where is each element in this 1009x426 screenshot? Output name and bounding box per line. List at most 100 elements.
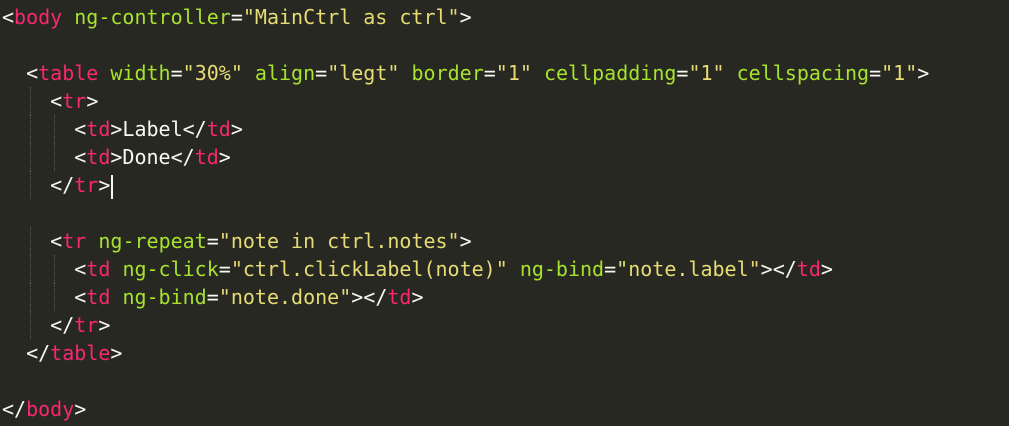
code-token-text: < bbox=[2, 5, 15, 29]
code-token-tag: body bbox=[26, 397, 75, 421]
code-line[interactable]: <tr ng-repeat="note in ctrl.notes"> bbox=[0, 227, 1009, 255]
code-token-text: > bbox=[86, 89, 99, 113]
code-token-text: >Label</ bbox=[110, 117, 207, 141]
indent-guide bbox=[30, 115, 32, 143]
code-token-text: >Done</ bbox=[110, 145, 195, 169]
code-token-tag: td bbox=[86, 117, 111, 141]
code-token-str: "note.done" bbox=[218, 285, 352, 309]
code-token-text: = bbox=[483, 61, 496, 85]
indent-guide bbox=[30, 171, 32, 199]
code-token-attr: border bbox=[411, 61, 484, 85]
code-token-str: "MainCtrl as ctrl" bbox=[242, 5, 460, 29]
code-token-text: > bbox=[411, 285, 424, 309]
code-token-text: </ bbox=[2, 341, 51, 365]
code-token-text: = bbox=[206, 285, 219, 309]
code-token-attr: ng-controller bbox=[74, 5, 231, 29]
code-token-tag: td bbox=[194, 145, 219, 169]
code-token-text: = bbox=[676, 61, 689, 85]
code-token-tag: tr bbox=[74, 313, 99, 337]
code-token-tag: td bbox=[387, 285, 412, 309]
code-token-attr: ng-bind bbox=[122, 285, 207, 309]
code-editor[interactable]: <body ng-controller="MainCtrl as ctrl"> … bbox=[0, 0, 1009, 426]
code-token-str: "note.label" bbox=[616, 257, 761, 281]
code-line[interactable]: </tr> bbox=[0, 171, 1009, 199]
indent-guide bbox=[30, 283, 32, 311]
code-token-text: < bbox=[2, 145, 87, 169]
code-line[interactable]: <td ng-click="ctrl.clickLabel(note)" ng-… bbox=[0, 255, 1009, 283]
code-token-tag: td bbox=[86, 285, 111, 309]
code-token-text: > bbox=[98, 173, 111, 197]
code-token-text: < bbox=[2, 229, 63, 253]
code-token-str: "1" bbox=[688, 61, 725, 85]
code-token-text: > bbox=[218, 145, 231, 169]
code-line[interactable] bbox=[0, 31, 1009, 59]
code-token-text: > bbox=[459, 229, 472, 253]
code-token-text: = bbox=[230, 5, 243, 29]
code-token-attr: cellspacing bbox=[736, 61, 870, 85]
code-token-attr: ng-click bbox=[122, 257, 219, 281]
code-line[interactable]: <td>Done</td> bbox=[0, 143, 1009, 171]
code-token-str: "legt" bbox=[327, 61, 400, 85]
code-line[interactable]: </tr> bbox=[0, 311, 1009, 339]
code-token-text: < bbox=[2, 285, 87, 309]
code-token-tag: body bbox=[14, 5, 63, 29]
code-token-tag: table bbox=[38, 61, 99, 85]
code-line[interactable]: <tr> bbox=[0, 87, 1009, 115]
code-line[interactable]: </table> bbox=[0, 339, 1009, 367]
code-token-text: = bbox=[218, 257, 231, 281]
code-token-text: > bbox=[459, 5, 472, 29]
code-token-str: "1" bbox=[495, 61, 532, 85]
code-token-attr: width bbox=[110, 61, 171, 85]
code-token-text: < bbox=[2, 257, 87, 281]
indent-guide bbox=[30, 87, 32, 115]
code-line[interactable]: <body ng-controller="MainCtrl as ctrl"> bbox=[0, 3, 1009, 31]
code-token-text: > bbox=[917, 61, 930, 85]
code-line[interactable]: </body> bbox=[0, 395, 1009, 423]
code-token-text: </ bbox=[2, 397, 27, 421]
code-token-tag: tr bbox=[62, 229, 87, 253]
code-token-text: > bbox=[74, 397, 87, 421]
code-token-tag: table bbox=[50, 341, 111, 365]
code-token-text: < bbox=[2, 61, 39, 85]
code-token-tag: td bbox=[206, 117, 231, 141]
code-token-tag: td bbox=[796, 257, 821, 281]
indent-guide bbox=[30, 227, 32, 255]
code-line[interactable]: <table width="30%" align="legt" border="… bbox=[0, 59, 1009, 87]
indent-guide bbox=[30, 255, 32, 283]
code-token-text: = bbox=[869, 61, 882, 85]
code-token-text: = bbox=[170, 61, 183, 85]
code-token-text: </ bbox=[2, 313, 75, 337]
code-line[interactable] bbox=[0, 199, 1009, 227]
indent-guide bbox=[30, 311, 32, 339]
code-token-attr: ng-bind bbox=[519, 257, 605, 281]
code-token-tag: tr bbox=[62, 89, 87, 113]
indent-guide bbox=[54, 255, 56, 283]
code-token-text: < bbox=[2, 89, 63, 113]
code-token-tag: tr bbox=[74, 173, 99, 197]
code-token-text: = bbox=[604, 257, 617, 281]
code-token-tag: td bbox=[86, 145, 111, 169]
code-token-text: </ bbox=[2, 173, 75, 197]
code-token-text: ></ bbox=[351, 285, 388, 309]
code-token-attr: ng-repeat bbox=[98, 229, 207, 253]
code-token-str: "note in ctrl.notes" bbox=[218, 229, 460, 253]
code-line[interactable]: <td ng-bind="note.done"></td> bbox=[0, 283, 1009, 311]
code-line[interactable] bbox=[0, 367, 1009, 395]
code-line[interactable]: <td>Label</td> bbox=[0, 115, 1009, 143]
code-token-attr: align bbox=[254, 61, 316, 85]
code-token-text: = bbox=[206, 229, 219, 253]
code-token-text: < bbox=[2, 117, 87, 141]
code-token-text: > bbox=[230, 117, 243, 141]
code-token-attr: cellpadding bbox=[543, 61, 677, 85]
code-token-str: "1" bbox=[881, 61, 918, 85]
indent-guide bbox=[54, 283, 56, 311]
indent-guide bbox=[54, 143, 56, 171]
